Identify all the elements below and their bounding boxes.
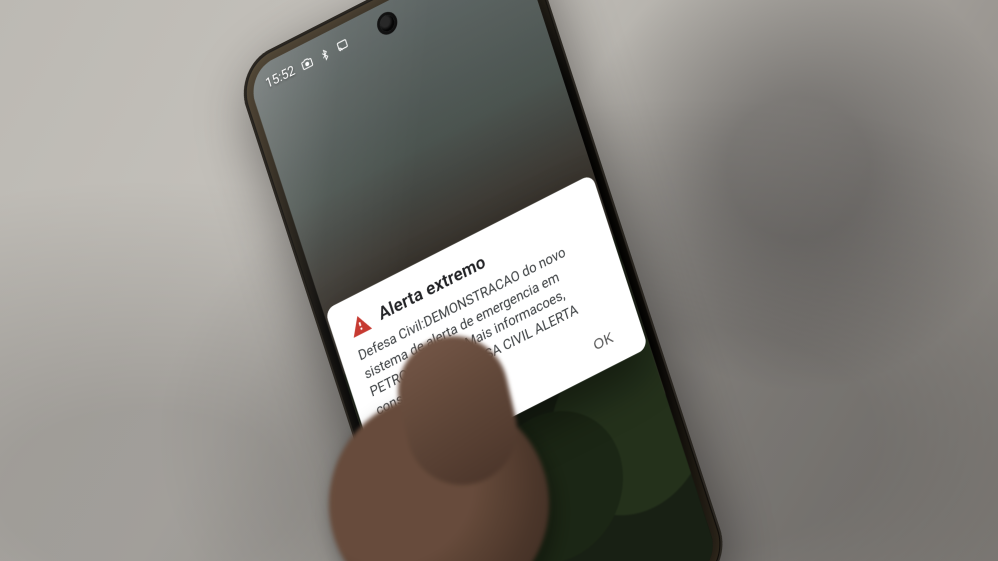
camera-icon [300, 54, 315, 71]
bluetooth-icon [318, 46, 332, 62]
status-time: 15:52 [264, 62, 297, 91]
warning-icon [347, 309, 374, 341]
ok-button[interactable]: OK [578, 314, 629, 366]
cast-icon [335, 36, 350, 53]
photo-scene: 15:52 [0, 0, 998, 561]
